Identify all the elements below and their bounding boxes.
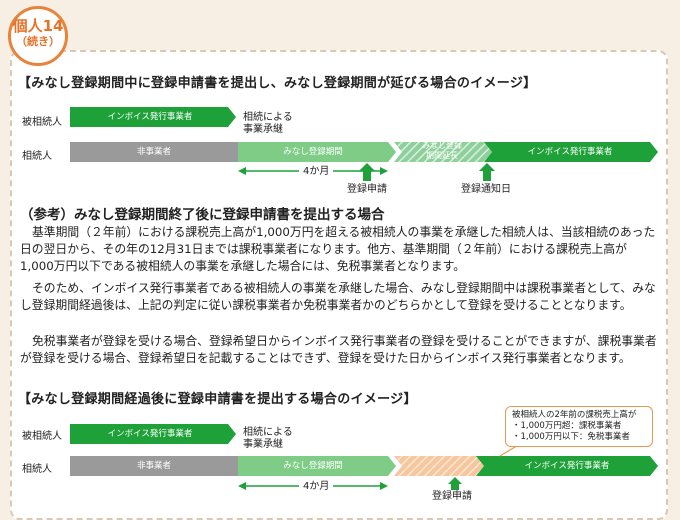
diagram1-arrowhead-left xyxy=(238,167,246,175)
diagram1-succession-line2: 事業承継 xyxy=(243,124,283,135)
diagram1-extended-line2: 期間延長 xyxy=(426,151,458,160)
diagram2-succession-line1: 相続による xyxy=(243,427,293,438)
diagram2-deemed-period-text: みなし登録期間 xyxy=(283,461,343,471)
diagram1-decedent-bar-text: インボイス発行事業者 xyxy=(107,112,193,122)
diagram2-gap-bar xyxy=(394,456,484,476)
diagram2-application: 登録申請 xyxy=(432,491,472,502)
reference-paragraph-3: 免税事業者が登録を受ける場合、登録希望日からインボイス発行事業者の登録を受けるこ… xyxy=(20,334,657,365)
diagram2-four-months: 4か月 xyxy=(299,481,334,493)
diagram2-non-business-text: 非事業者 xyxy=(136,461,171,471)
reference-paragraph-2: そのため、インボイス発行事業者である被相続人の事業を承継した場合、みなし登録期間… xyxy=(20,281,656,312)
badge-continued: （続き） xyxy=(16,35,60,48)
diagram1-succession-line1: 相続による xyxy=(243,112,293,123)
reference-paragraph-1: 基準期間（２年前）における課税売上高が1,000万円を超える被相続人の事業を承継… xyxy=(20,225,656,273)
diagram2-decedent-bar-text: インボイス発行事業者 xyxy=(107,429,193,439)
diagram2-note-line1: 被相続人の2年前の課税売上高が xyxy=(512,410,637,420)
diagram2-title: 【みなし登録期間経過後に登録申請書を提出する場合のイメージ】 xyxy=(18,392,417,407)
diagram1-extended-line1: みなし登録 xyxy=(422,141,462,150)
diagram2-application-arrow xyxy=(448,477,462,490)
diagram1-invoice-issuer-text: インボイス発行事業者 xyxy=(527,147,613,157)
diagram2-note-box: 被相続人の2年前の課税売上高が ・1,000万円超：課税事業者 ・1,000万円… xyxy=(505,406,653,447)
diagram2-succession-label: 相続による 事業承継 xyxy=(243,427,293,451)
diagram1-non-business-text: 非事業者 xyxy=(136,147,171,157)
page-number-badge: 個人14 （続き） xyxy=(8,6,68,66)
diagram2-invoice-issuer-text: インボイス発行事業者 xyxy=(524,461,610,471)
diagram2-arrowhead-right xyxy=(380,482,388,490)
diagram1-notice-arrow xyxy=(479,163,495,181)
diagram2-note-line2: ・1,000万円超：課税事業者 xyxy=(512,421,622,431)
diagram1-notice-date: 登録通知日 xyxy=(461,184,511,195)
diagram1-application: 登録申請 xyxy=(347,184,387,195)
reference-heading: （参考）みなし登録期間終了後に登録申請書を提出する場合 xyxy=(20,207,385,223)
diagram2-arrowhead-left xyxy=(238,482,246,490)
diagram1-application-arrow xyxy=(359,163,375,181)
diagram1-deemed-period-text: みなし登録期間 xyxy=(283,147,343,157)
diagram2-heir-label: 相続人 xyxy=(22,464,52,475)
diagram1-four-months: 4か月 xyxy=(299,166,334,178)
diagram2-note-line3: ・1,000万円以下：免税事業者 xyxy=(512,432,630,442)
diagram1-extended-period-text: みなし登録 期間延長 xyxy=(400,141,484,161)
diagram1-succession-label: 相続による 事業承継 xyxy=(243,112,293,136)
diagram2-succession-line2: 事業承継 xyxy=(243,439,283,450)
diagram1-arrowhead-right xyxy=(380,167,388,175)
diagram2-decedent-label: 被相続人 xyxy=(22,431,62,442)
badge-number: 個人14 xyxy=(12,17,64,35)
